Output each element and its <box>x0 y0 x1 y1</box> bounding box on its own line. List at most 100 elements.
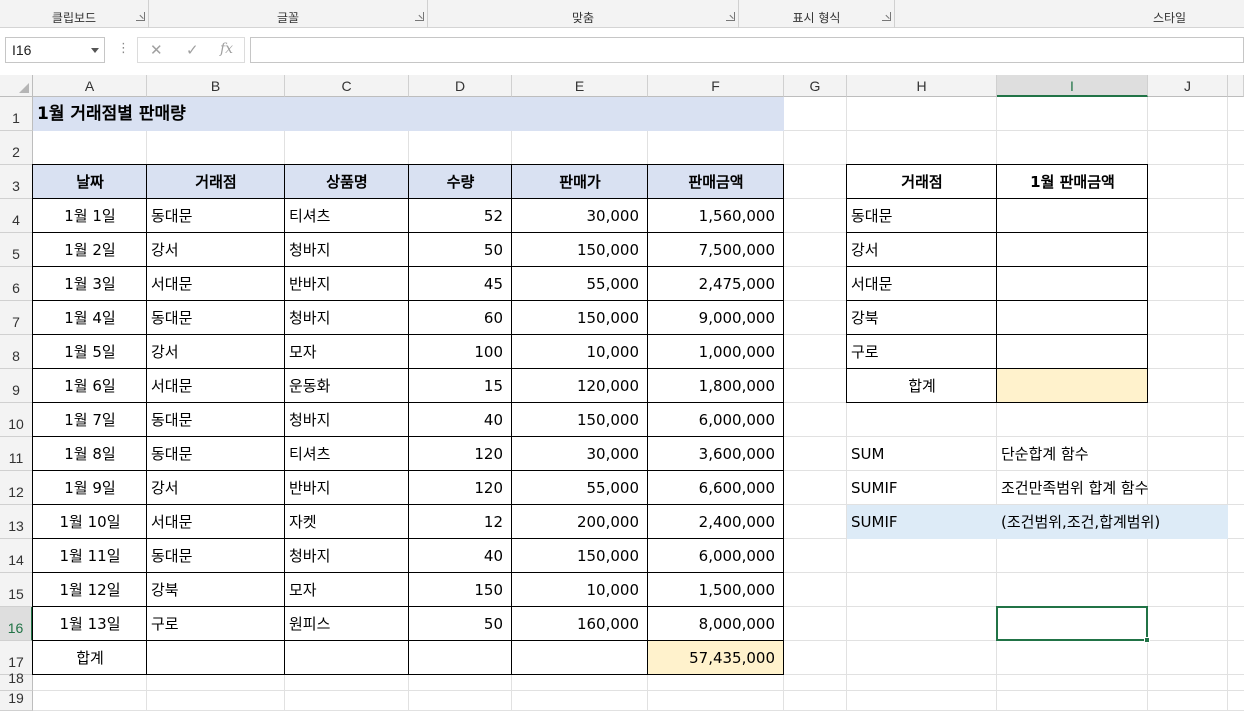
summary-store-cell[interactable]: 강북 <box>847 301 997 335</box>
insert-function-icon[interactable]: fx <box>220 41 233 57</box>
table-header-cell[interactable]: 날짜 <box>33 165 147 199</box>
cancel-icon[interactable]: ✕ <box>150 41 163 59</box>
table-cell[interactable]: 원피스 <box>285 607 409 641</box>
table-cell[interactable]: 티셔츠 <box>285 437 409 471</box>
table-cell[interactable]: 120 <box>409 437 512 471</box>
note-description[interactable]: (조건범위,조건,합계범위) <box>997 505 1228 539</box>
table-cell[interactable]: 8,000,000 <box>648 607 784 641</box>
note-description[interactable]: 조건만족범위 합계 함수 <box>997 471 1228 505</box>
table-header-cell[interactable]: 수량 <box>409 165 512 199</box>
row-header-16[interactable]: 16 <box>0 607 33 641</box>
table-cell[interactable]: 6,000,000 <box>648 403 784 437</box>
table-cell[interactable]: 50 <box>409 607 512 641</box>
table-cell[interactable]: 동대문 <box>147 403 285 437</box>
row-header-11[interactable]: 11 <box>0 437 33 471</box>
active-cell-selection[interactable] <box>996 606 1150 643</box>
table-cell[interactable]: 동대문 <box>147 437 285 471</box>
summary-header-cell[interactable]: 1월 판매금액 <box>997 165 1148 199</box>
row-header-15[interactable]: 15 <box>0 573 33 607</box>
table-cell[interactable]: 동대문 <box>147 539 285 573</box>
row-header-9[interactable]: 9 <box>0 369 33 403</box>
table-cell[interactable]: 2,400,000 <box>648 505 784 539</box>
table-cell[interactable]: 티셔츠 <box>285 199 409 233</box>
table-cell[interactable]: 서대문 <box>147 369 285 403</box>
table-header-cell[interactable]: 거래점 <box>147 165 285 199</box>
total-label[interactable]: 합계 <box>33 641 147 675</box>
table-cell[interactable]: 모자 <box>285 573 409 607</box>
column-header-j[interactable]: J <box>1148 75 1228 97</box>
table-cell[interactable]: 55,000 <box>512 471 648 505</box>
table-cell[interactable]: 청바지 <box>285 301 409 335</box>
row-header-5[interactable]: 5 <box>0 233 33 267</box>
summary-store-cell[interactable]: 구로 <box>847 335 997 369</box>
column-header-e[interactable]: E <box>512 75 648 97</box>
table-cell[interactable]: 52 <box>409 199 512 233</box>
table-cell[interactable]: 50 <box>409 233 512 267</box>
table-cell[interactable]: 1월 9일 <box>33 471 147 505</box>
select-all-button[interactable] <box>0 75 33 97</box>
table-header-cell[interactable]: 판매금액 <box>648 165 784 199</box>
table-header-cell[interactable]: 판매가 <box>512 165 648 199</box>
table-cell[interactable]: 150,000 <box>512 539 648 573</box>
table-cell[interactable]: 1월 11일 <box>33 539 147 573</box>
table-cell[interactable]: 강서 <box>147 471 285 505</box>
table-cell[interactable]: 동대문 <box>147 301 285 335</box>
row-header-14[interactable]: 14 <box>0 539 33 573</box>
column-header-i[interactable]: I <box>997 75 1148 97</box>
table-cell[interactable]: 강북 <box>147 573 285 607</box>
table-cell[interactable]: 서대문 <box>147 267 285 301</box>
table-cell[interactable]: 100 <box>409 335 512 369</box>
row-header-6[interactable]: 6 <box>0 267 33 301</box>
table-cell[interactable]: 1월 8일 <box>33 437 147 471</box>
table-cell[interactable]: 45 <box>409 267 512 301</box>
table-cell[interactable]: 청바지 <box>285 539 409 573</box>
table-cell[interactable]: 1월 13일 <box>33 607 147 641</box>
table-cell[interactable]: 1월 4일 <box>33 301 147 335</box>
summary-total-label[interactable]: 합계 <box>847 369 997 403</box>
note-function-name[interactable]: SUMIF <box>847 471 997 505</box>
table-cell[interactable]: 1,500,000 <box>648 573 784 607</box>
table-cell[interactable]: 200,000 <box>512 505 648 539</box>
dialog-launcher-icon[interactable] <box>726 12 735 21</box>
table-cell[interactable]: 반바지 <box>285 471 409 505</box>
dialog-launcher-icon[interactable] <box>136 12 145 21</box>
table-cell[interactable]: 1월 2일 <box>33 233 147 267</box>
dialog-launcher-icon[interactable] <box>415 12 424 21</box>
chevron-down-icon[interactable] <box>91 48 99 53</box>
column-header-c[interactable]: C <box>285 75 409 97</box>
row-header-8[interactable]: 8 <box>0 335 33 369</box>
row-header-10[interactable]: 10 <box>0 403 33 437</box>
table-cell[interactable]: 30,000 <box>512 199 648 233</box>
table-cell[interactable]: 2,475,000 <box>648 267 784 301</box>
table-cell[interactable]: 1월 1일 <box>33 199 147 233</box>
table-cell[interactable]: 모자 <box>285 335 409 369</box>
column-header-a[interactable]: A <box>33 75 147 97</box>
table-cell[interactable]: 150,000 <box>512 301 648 335</box>
table-cell[interactable]: 강서 <box>147 233 285 267</box>
column-header-d[interactable]: D <box>409 75 512 97</box>
table-cell[interactable]: 서대문 <box>147 505 285 539</box>
table-cell[interactable]: 반바지 <box>285 267 409 301</box>
table-cell[interactable]: 1,800,000 <box>648 369 784 403</box>
table-cell[interactable]: 구로 <box>147 607 285 641</box>
table-cell[interactable]: 40 <box>409 403 512 437</box>
table-cell[interactable]: 120 <box>409 471 512 505</box>
table-cell[interactable]: 150,000 <box>512 403 648 437</box>
row-header-4[interactable]: 4 <box>0 199 33 233</box>
table-cell[interactable]: 운동화 <box>285 369 409 403</box>
table-cell[interactable]: 강서 <box>147 335 285 369</box>
row-header-13[interactable]: 13 <box>0 505 33 539</box>
summary-store-cell[interactable]: 서대문 <box>847 267 997 301</box>
table-cell[interactable]: 12 <box>409 505 512 539</box>
summary-store-cell[interactable]: 강서 <box>847 233 997 267</box>
sheet-title[interactable]: 1월 거래점별 판매량 <box>33 97 784 131</box>
note-function-name[interactable]: SUMIF <box>847 505 997 539</box>
note-description[interactable]: 단순합계 함수 <box>997 437 1228 471</box>
table-cell[interactable]: 청바지 <box>285 403 409 437</box>
row-header-18[interactable]: 18 <box>0 670 33 691</box>
row-header-19[interactable]: 19 <box>0 690 33 711</box>
table-cell[interactable]: 15 <box>409 369 512 403</box>
table-cell[interactable]: 160,000 <box>512 607 648 641</box>
table-cell[interactable]: 55,000 <box>512 267 648 301</box>
table-cell[interactable]: 청바지 <box>285 233 409 267</box>
